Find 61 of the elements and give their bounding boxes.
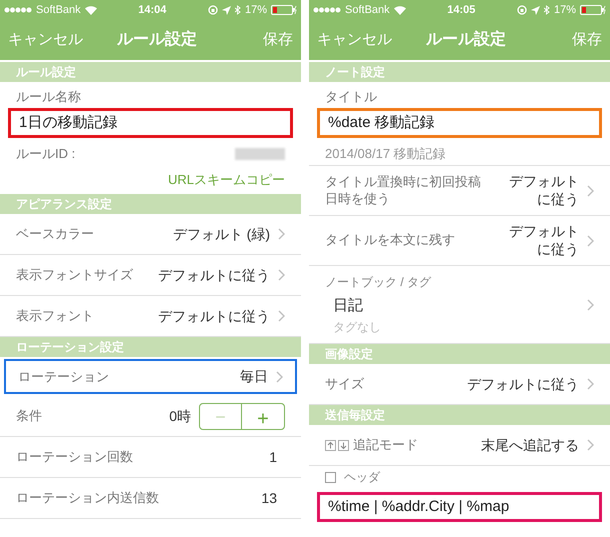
status-time: 14:04 <box>138 2 166 18</box>
text-field[interactable]: %date 移動記録 <box>317 108 602 138</box>
notebook-name: 日記 <box>332 296 364 316</box>
signal-icon <box>313 7 341 13</box>
row-value: 13 <box>261 488 277 508</box>
settings-row[interactable]: 追記モード 末尾へ追記する <box>309 425 610 466</box>
up-down-arrows-icon <box>325 440 349 450</box>
field-label: タイトル <box>325 88 377 106</box>
status-time: 14:05 <box>447 2 476 18</box>
battery-percent: 17% <box>244 2 267 18</box>
settings-row[interactable]: 表示フォントサイズ デフォルトに従う <box>0 255 301 296</box>
chevron-icon <box>587 439 594 451</box>
blurred-value <box>235 148 285 160</box>
row-label: 条件 <box>16 407 42 426</box>
section-header: 送信毎設定 <box>309 405 610 425</box>
chevron-icon <box>278 228 285 240</box>
title-preview: 2014/08/17 移動記録 <box>325 144 446 163</box>
settings-row[interactable]: ローテーション 毎日 <box>4 359 297 394</box>
lock-rotation-icon <box>208 5 218 15</box>
chevron-icon <box>278 269 285 281</box>
settings-row[interactable]: タイトル置換時に初回投稿日時を使う デフォルトに従う <box>309 166 610 216</box>
row-value: 0時 <box>169 406 191 426</box>
section-header: 画像設定 <box>309 344 610 364</box>
row-label: ノートブック / タグ <box>325 274 432 292</box>
field-label: ルールID : <box>16 145 76 164</box>
field-label: ルール名称 <box>16 88 81 106</box>
chevron-icon <box>276 370 283 382</box>
section-header: アピアランス設定 <box>0 194 301 214</box>
location-icon <box>530 6 540 14</box>
checkbox-label: ヘッダ <box>344 469 380 486</box>
row-label: ローテーション回数 <box>16 448 133 466</box>
chevron-icon <box>587 184 594 196</box>
battery-icon <box>271 5 297 15</box>
row-label: ローテーション内送信数 <box>16 489 159 508</box>
carrier-name: SoftBank <box>36 2 81 18</box>
chevron-icon <box>587 298 594 310</box>
bluetooth-icon <box>544 5 550 15</box>
lock-rotation-icon <box>516 5 527 15</box>
location-icon <box>222 6 231 14</box>
carrier-name: SoftBank <box>345 2 390 18</box>
signal-icon <box>4 7 32 13</box>
text-field[interactable]: 1日の移動記録 <box>8 108 293 138</box>
text-field[interactable]: %time | %addr.City | %map <box>317 492 602 522</box>
wifi-icon <box>84 6 97 14</box>
settings-row[interactable]: ベースカラー デフォルト (緑) <box>0 214 301 255</box>
chevron-icon <box>587 234 594 246</box>
chevron-icon <box>278 310 285 322</box>
chevron-icon <box>587 378 594 390</box>
checkbox[interactable] <box>325 472 336 482</box>
battery-icon <box>580 5 606 15</box>
section-header: ルール設定 <box>0 62 301 82</box>
battery-percent: 17% <box>554 2 576 18</box>
wifi-icon <box>394 6 406 14</box>
tag-text: タグなし <box>332 318 382 336</box>
settings-row[interactable]: タイトルを本文に残す デフォルトに従う <box>309 216 610 266</box>
bluetooth-icon <box>234 5 241 15</box>
section-header: ノート設定 <box>309 62 610 82</box>
section-header: ローテーション設定 <box>0 337 301 357</box>
row-value: 1 <box>269 448 277 466</box>
nav-title: ルール設定 <box>117 29 197 50</box>
nav-title: ルール設定 <box>426 29 506 50</box>
